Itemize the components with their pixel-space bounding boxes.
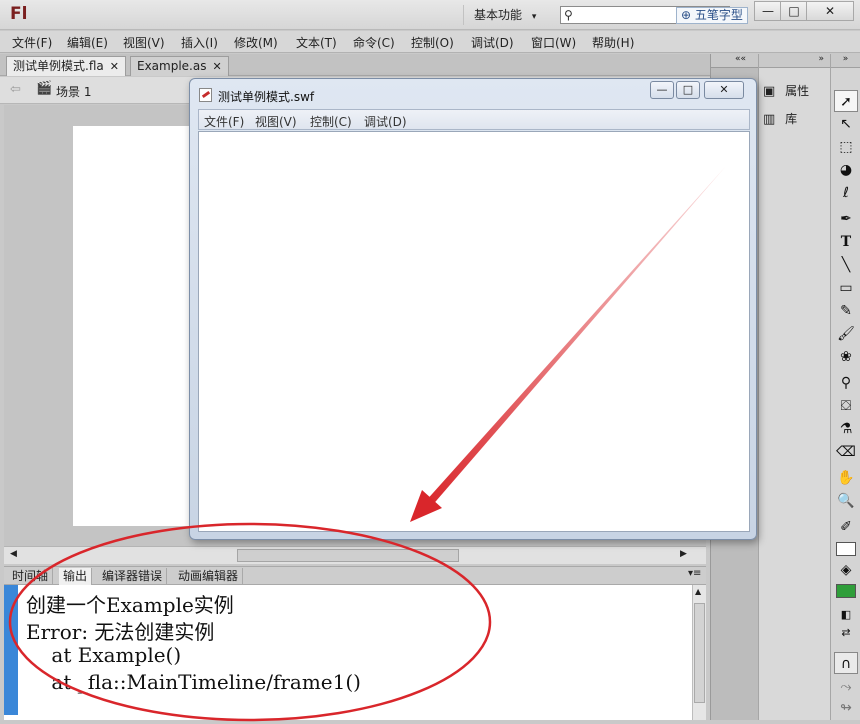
annotation-ellipse [8, 522, 492, 722]
annotation-arrow-shaft [424, 166, 726, 508]
annotation-overlay [8, 166, 726, 722]
